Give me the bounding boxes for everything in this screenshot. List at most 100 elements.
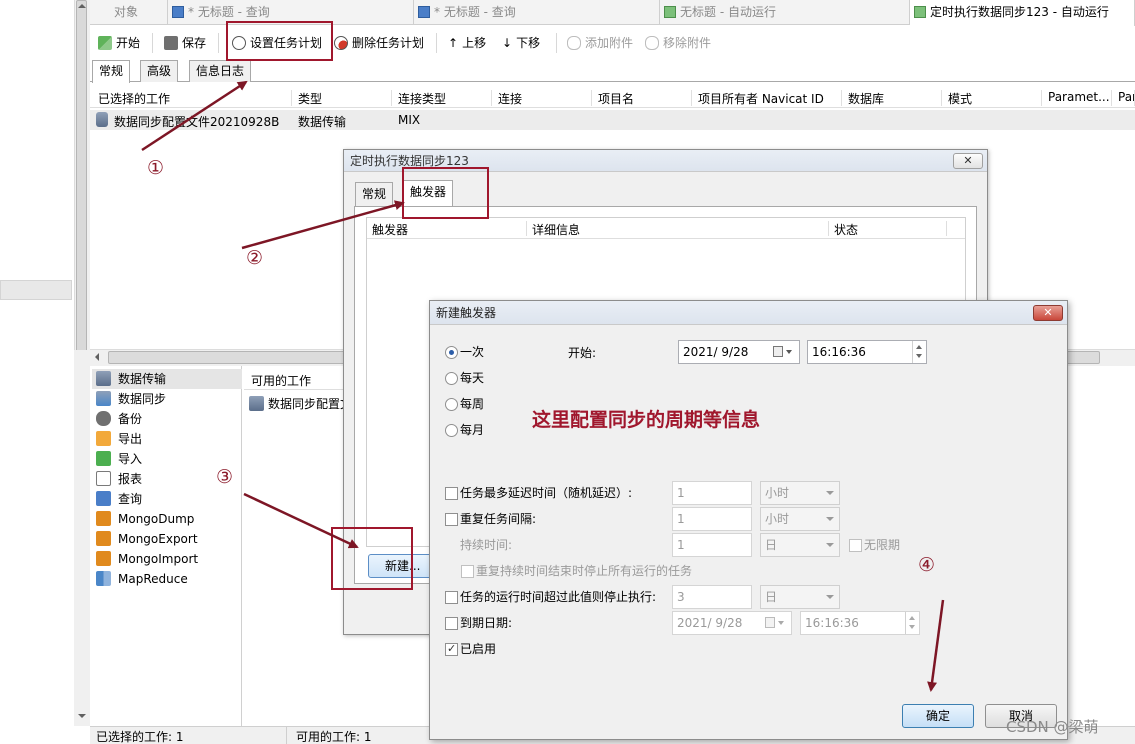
table-row[interactable]: 数据同步配置文件20210928B 数据传输 MIX (90, 110, 1135, 130)
column-header[interactable]: 状态 (829, 221, 947, 237)
stop-running-checkbox[interactable] (461, 565, 474, 578)
close-button[interactable]: ✕ (953, 153, 983, 169)
add-attachment-button[interactable]: 添加附件 (567, 33, 633, 53)
annotation-step-4: ④ (918, 554, 936, 576)
max-delay-checkbox[interactable] (445, 487, 458, 500)
start-date-picker[interactable]: 2021/ 9/28 (678, 340, 800, 364)
job-type-label: MongoImport (118, 552, 199, 566)
scroll-left-icon[interactable] (95, 353, 99, 361)
highlight-triggers-tab (402, 167, 489, 219)
add-attachment-label: 添加附件 (585, 36, 634, 50)
move-down-button[interactable]: ↓ 下移 (502, 33, 540, 53)
column-header[interactable]: 已选择的工作 (92, 90, 292, 106)
start-button[interactable]: 开始 (98, 33, 140, 53)
column-header[interactable]: 连接类型 (392, 90, 492, 106)
job-type-data-sync[interactable]: 数据同步 (96, 389, 166, 409)
repeat-checkbox[interactable] (445, 513, 458, 526)
radio-daily[interactable] (445, 372, 458, 385)
job-type-label: MongoExport (118, 532, 198, 546)
radio-monthly[interactable] (445, 424, 458, 437)
column-header[interactable]: 触发器 (367, 221, 527, 237)
indefinitely-checkbox[interactable] (849, 539, 862, 552)
job-type-export[interactable]: 导出 (96, 429, 142, 449)
report-icon (96, 471, 111, 486)
column-header[interactable]: 项目所有者 Navicat ID (692, 90, 842, 106)
move-up-button[interactable]: ↑ 上移 (448, 33, 486, 53)
expire-date-picker[interactable]: 2021/ 9/28 (672, 611, 792, 635)
radio-weekly[interactable] (445, 398, 458, 411)
ok-button[interactable]: 确定 (902, 704, 974, 728)
job-type-mapreduce[interactable]: MapReduce (96, 569, 188, 589)
job-type-mongoexport[interactable]: MongoExport (96, 529, 198, 549)
job-type-label: 导入 (118, 452, 143, 466)
job-type-query[interactable]: 查询 (96, 489, 142, 509)
max-delay-input[interactable]: 1 (672, 481, 752, 505)
spin-down-icon[interactable] (916, 354, 922, 358)
calendar-icon[interactable] (773, 346, 783, 357)
start-time-input[interactable]: 16:16:36 (807, 340, 927, 364)
spin-up-icon[interactable] (909, 616, 915, 620)
expire-time-value: 16:16:36 (805, 616, 859, 630)
delete-schedule-button[interactable]: 删除任务计划 (334, 33, 424, 53)
chevron-down-icon[interactable] (786, 350, 792, 354)
tab-query-2[interactable]: * 无标题 - 查询 (414, 0, 660, 25)
chevron-down-icon[interactable] (778, 621, 784, 625)
column-header[interactable]: 详细信息 (527, 221, 829, 237)
column-header[interactable]: 类型 (292, 90, 392, 106)
column-header[interactable]: 项目名 (592, 90, 692, 106)
scroll-down-icon[interactable] (78, 714, 86, 718)
duration-unit-select[interactable]: 日 (760, 533, 840, 557)
remove-attachment-button[interactable]: 移除附件 (645, 33, 711, 53)
stop-running-label: 重复持续时间结束时停止所有运行的任务 (476, 564, 693, 578)
radio-once[interactable] (445, 346, 458, 359)
column-header[interactable]: 连接 (492, 90, 592, 106)
tab-log[interactable]: 信息日志 (189, 60, 252, 82)
calendar-icon[interactable] (765, 617, 775, 628)
enabled-checkbox[interactable] (445, 642, 458, 656)
save-button[interactable]: 保存 (164, 33, 206, 53)
radio-daily-label: 每天 (460, 371, 485, 385)
job-type-import[interactable]: 导入 (96, 449, 142, 469)
tab-automation-untitled[interactable]: 无标题 - 自动运行 (660, 0, 910, 25)
spin-down-icon[interactable] (909, 625, 915, 629)
time-spinner[interactable] (905, 612, 919, 634)
expire-time-input[interactable]: 16:16:36 (800, 611, 920, 635)
max-delay-unit-select[interactable]: 小时 (760, 481, 840, 505)
close-button[interactable]: ✕ (1033, 305, 1063, 321)
job-type-mongodump[interactable]: MongoDump (96, 509, 194, 529)
repeat-unit-value: 小时 (765, 512, 790, 526)
tab-objects[interactable]: 对象 (90, 0, 168, 25)
expire-checkbox[interactable] (445, 617, 458, 630)
left-pane-selected-row[interactable] (0, 280, 72, 300)
scroll-up-icon[interactable] (78, 4, 86, 8)
stop-if-exceeds-unit-select[interactable]: 日 (760, 585, 840, 609)
time-spinner[interactable] (912, 341, 926, 363)
data-sync-icon (96, 391, 111, 406)
job-type-label: 报表 (118, 472, 143, 486)
enabled-label: 已启用 (460, 642, 497, 656)
tab-general[interactable]: 常规 (355, 182, 394, 206)
column-header[interactable]: 数据库 (842, 90, 942, 106)
lower-vertical-scrollbar[interactable] (74, 350, 90, 726)
column-header[interactable]: 模式 (942, 90, 1042, 106)
chevron-down-icon (826, 595, 834, 599)
duration-input[interactable]: 1 (672, 533, 752, 557)
job-type-report[interactable]: 报表 (96, 469, 142, 489)
automation-icon (914, 6, 926, 18)
available-job-item[interactable]: 数据同步配置文 (249, 394, 352, 414)
column-header[interactable]: Paramet... (1042, 90, 1112, 106)
repeat-input[interactable]: 1 (672, 507, 752, 531)
annotation-step-1: ① (147, 157, 165, 179)
stop-if-exceeds-checkbox[interactable] (445, 591, 458, 604)
stop-if-exceeds-input[interactable]: 3 (672, 585, 752, 609)
tab-automation-scheduled[interactable]: 定时执行数据同步123 - 自动运行 (910, 0, 1135, 26)
spin-up-icon[interactable] (916, 345, 922, 349)
close-icon: ✕ (963, 154, 973, 167)
column-header[interactable]: Par (1112, 90, 1135, 106)
tab-advanced[interactable]: 高级 (140, 60, 179, 82)
job-type-mongoimport[interactable]: MongoImport (96, 549, 198, 569)
job-type-data-transfer[interactable]: 数据传输 (96, 369, 166, 389)
tab-general[interactable]: 常规 (92, 60, 131, 83)
repeat-unit-select[interactable]: 小时 (760, 507, 840, 531)
job-type-backup[interactable]: 备份 (96, 409, 142, 429)
